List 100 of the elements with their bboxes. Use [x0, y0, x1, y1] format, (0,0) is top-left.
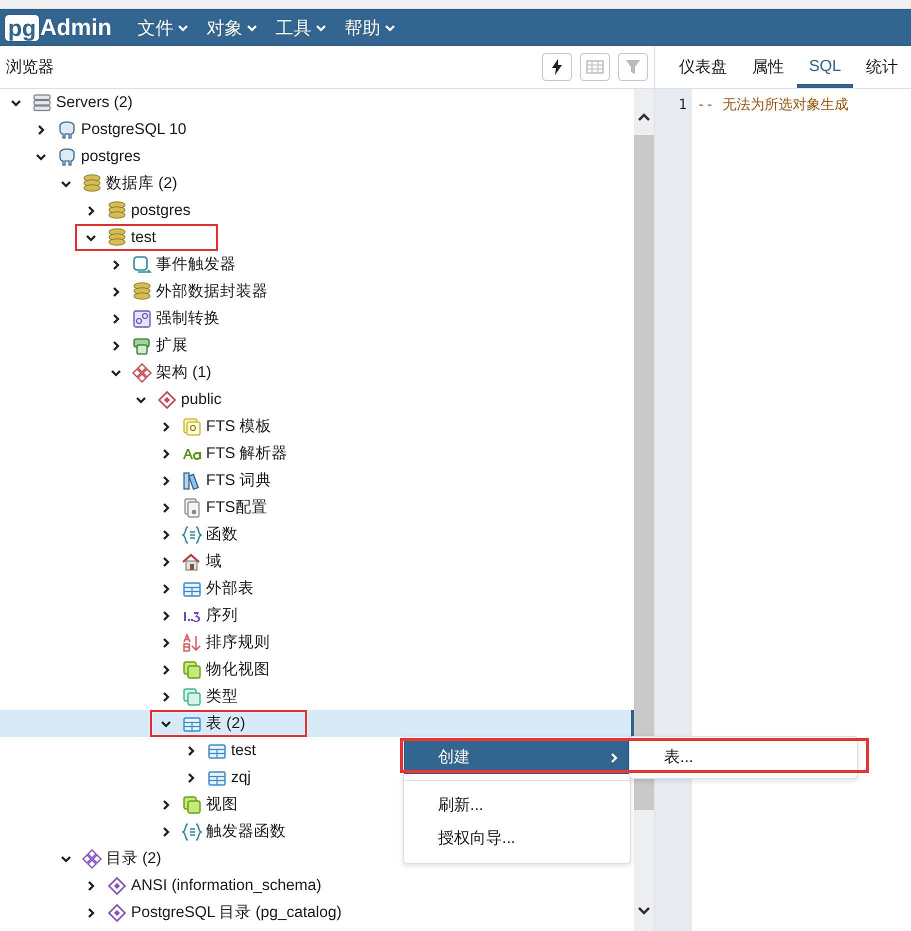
server-stack-icon [32, 92, 52, 112]
menu-button[interactable]: 文件 [138, 16, 189, 40]
tab[interactable]: SQL [796, 46, 853, 88]
tree-item[interactable]: FTS 解析器 [206, 443, 288, 464]
chevron-right-icon[interactable] [160, 610, 172, 622]
chevron-right-icon[interactable] [35, 124, 47, 136]
function-icon [182, 524, 202, 544]
chevron-right-icon[interactable] [85, 880, 97, 892]
diamonds-icon [132, 362, 152, 382]
tree-item[interactable]: FTS配置 [206, 497, 268, 518]
search-document-icon [182, 416, 202, 436]
tree-item[interactable]: 事件触发器 [156, 254, 236, 275]
cast-icon [132, 308, 152, 328]
tree-item[interactable]: 架构 (1) [156, 362, 212, 383]
code-comment: -- 无法为所选对象生成 [696, 97, 848, 113]
chevron-right-icon[interactable] [160, 664, 172, 676]
chevron-right-icon[interactable] [160, 528, 172, 540]
tree-item[interactable]: 外部表 [206, 578, 254, 599]
trigger-icon [132, 254, 152, 274]
chevron-right-icon[interactable] [110, 312, 122, 324]
chevron-right-icon[interactable] [85, 204, 97, 216]
document-gear-icon [182, 498, 202, 518]
chevron-right-icon[interactable] [185, 744, 197, 756]
tree-item[interactable]: PostgreSQL 目录 (pg_catalog) [131, 902, 342, 923]
tab[interactable]: 统计 [854, 46, 910, 88]
database-icon [107, 200, 127, 220]
tree-item[interactable]: 域 [206, 551, 222, 572]
menu-button[interactable]: 对象 [206, 16, 258, 40]
diamonds-icon [82, 848, 102, 868]
chevron-right-icon[interactable] [185, 772, 197, 784]
selected-tree-row[interactable]: 表 (2) [0, 710, 634, 737]
chevron-right-icon[interactable] [160, 502, 172, 514]
house-icon [182, 552, 202, 572]
tree-item[interactable]: zqj [231, 768, 251, 786]
tree-item[interactable]: FTS 模板 [206, 416, 272, 437]
menu-item[interactable]: 创建 [404, 741, 630, 774]
tab[interactable]: 属性 [740, 46, 796, 88]
diamond-icon [107, 902, 127, 922]
chevron-right-icon[interactable] [85, 906, 97, 918]
chevron-right-icon[interactable] [160, 474, 172, 486]
tree-item[interactable]: 排序规则 [206, 632, 270, 653]
tree-item[interactable]: 视图 [206, 794, 238, 815]
tab[interactable]: 仪表盘 [666, 46, 739, 88]
database-icon [107, 228, 127, 248]
diamond-icon [107, 876, 127, 896]
function-icon [182, 822, 202, 842]
tree-item[interactable]: 强制转换 [156, 308, 220, 329]
squares-icon [182, 686, 202, 706]
tree-item[interactable]: ANSI (information_schema) [131, 876, 322, 894]
lightning-icon [550, 59, 564, 75]
view-icon [182, 660, 202, 680]
scroll-thumb[interactable] [634, 135, 654, 810]
tree-item[interactable]: 扩展 [156, 335, 188, 356]
tree-item[interactable]: postgres [81, 148, 140, 166]
line-number: 1 [678, 96, 688, 115]
menu-button[interactable]: 工具 [276, 16, 327, 40]
tree-item[interactable]: FTS 词典 [206, 470, 272, 491]
tree-item[interactable]: PostgreSQL 10 [81, 120, 186, 138]
chevron-right-icon[interactable] [160, 448, 172, 460]
tree-item[interactable]: 目录 (2) [106, 848, 162, 869]
chevron-right-icon[interactable] [160, 690, 172, 702]
tree-item[interactable]: 序列 [206, 605, 238, 626]
chevron-right-icon [610, 752, 620, 764]
books-icon [182, 470, 202, 490]
chevron-right-icon[interactable] [110, 258, 122, 270]
tree-item[interactable]: postgres [131, 202, 190, 220]
chevron-right-icon[interactable] [110, 286, 122, 298]
menu-item[interactable]: 授权向导... [404, 822, 630, 855]
filter-icon [624, 59, 641, 75]
chevron-right-icon[interactable] [160, 826, 172, 838]
logo-text: Admin [40, 14, 112, 41]
logo-badge: pg [5, 14, 40, 40]
tree-item[interactable]: test [231, 742, 256, 760]
database-icon [82, 174, 102, 194]
menu-item[interactable]: 刷新... [404, 789, 630, 822]
tree-item[interactable]: 数据库 (2) [106, 173, 178, 194]
tree-item[interactable]: test [131, 228, 156, 246]
tree-item[interactable]: 物化视图 [206, 659, 270, 680]
chevron-right-icon[interactable] [110, 340, 122, 352]
sort-arrow-icon [182, 632, 202, 652]
extension-icon [132, 336, 152, 356]
tree-item[interactable]: 函数 [206, 524, 238, 545]
scrollbar[interactable] [634, 89, 654, 931]
chevron-right-icon[interactable] [160, 556, 172, 568]
database-icon [132, 282, 152, 302]
tree-item[interactable]: public [181, 390, 222, 408]
tree-item[interactable]: 触发器函数 [206, 821, 286, 842]
toolbar-button[interactable] [542, 53, 572, 81]
chevron-right-icon[interactable] [160, 582, 172, 594]
diamond-icon [157, 390, 177, 410]
pane-title: 浏览器 [6, 58, 54, 78]
tree-item[interactable]: Servers (2) [56, 94, 133, 112]
tree-item[interactable]: 表 (2) [206, 713, 246, 734]
menu-button[interactable]: 帮助 [344, 16, 396, 40]
chevron-right-icon[interactable] [160, 798, 172, 810]
tree-item[interactable]: 类型 [206, 686, 238, 707]
chevron-right-icon[interactable] [160, 420, 172, 432]
view-icon [182, 794, 202, 814]
chevron-right-icon[interactable] [160, 636, 172, 648]
tree-item[interactable]: 外部数据封装器 [156, 281, 268, 302]
